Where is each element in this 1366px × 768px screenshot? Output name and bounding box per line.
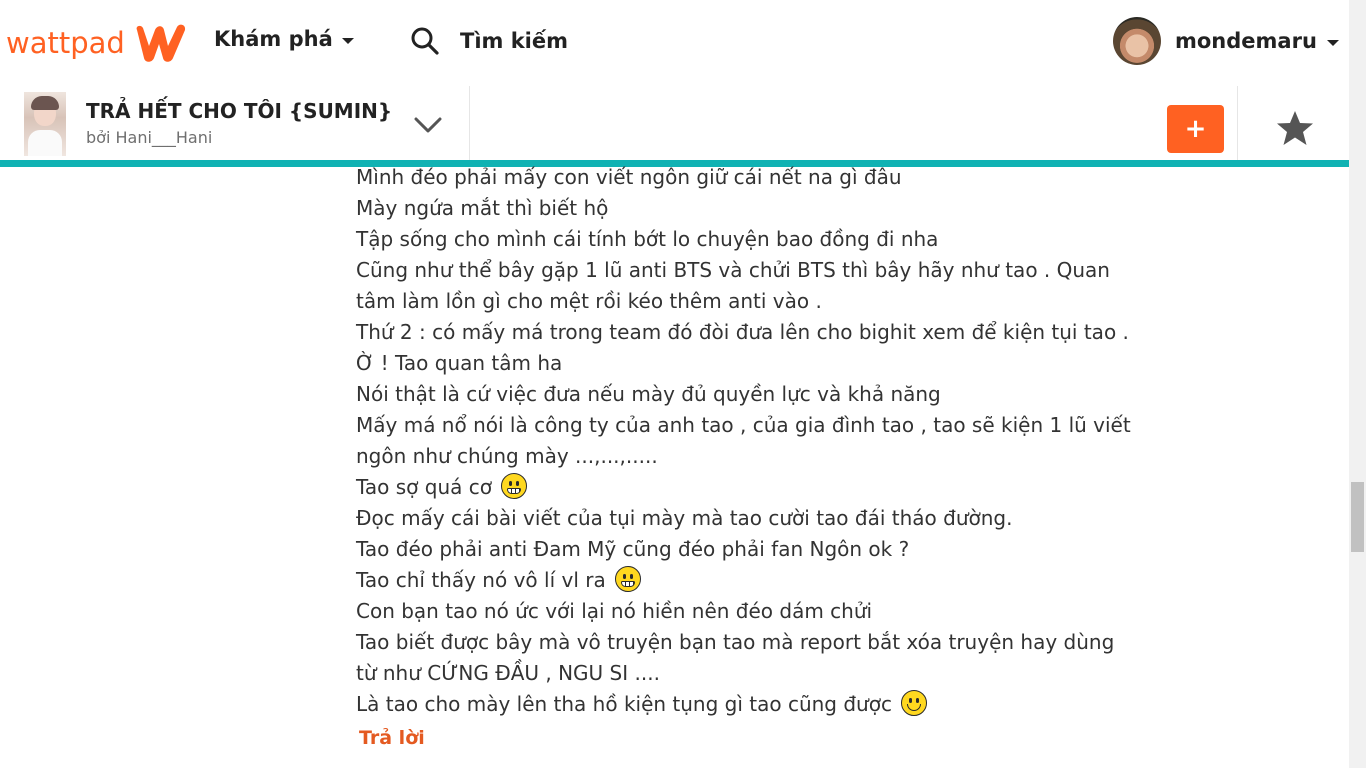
comment-line-text: Nói thật là cứ việc đưa nếu mày đủ quyền… bbox=[356, 382, 941, 406]
comment-line-text: Mày ngứa mắt thì biết hộ bbox=[356, 196, 609, 220]
emoji-mouth bbox=[621, 581, 636, 587]
user-menu[interactable]: mondemaru bbox=[1113, 17, 1339, 65]
username: mondemaru bbox=[1175, 29, 1317, 53]
smile-emoji-icon bbox=[901, 690, 928, 716]
comment-line-text: Là tao cho mày lên tha hồ kiện tụng gì t… bbox=[356, 692, 899, 716]
search-icon bbox=[411, 27, 439, 55]
story-cover-image[interactable] bbox=[24, 92, 66, 156]
divider bbox=[1237, 86, 1238, 162]
add-to-library-button[interactable]: + bbox=[1167, 105, 1224, 153]
comment-line-text: Tao chỉ thấy nó vô lí vl ra bbox=[356, 568, 613, 592]
wattpad-logo[interactable]: wattpad bbox=[6, 22, 189, 64]
search-placeholder: Tìm kiếm bbox=[460, 29, 569, 53]
comment-line: Đọc mấy cái bài viết của tụi mày mà tao … bbox=[356, 503, 1136, 534]
comment-line: Nói thật là cứ việc đưa nếu mày đủ quyền… bbox=[356, 379, 1136, 410]
comment-line-text: Thứ 2 : có mấy má trong team đó đòi đưa … bbox=[356, 320, 1129, 344]
search-field[interactable]: Tìm kiếm bbox=[410, 26, 568, 56]
comment-line: Tao sợ quá cơ bbox=[356, 472, 1136, 503]
story-title[interactable]: TRẢ HẾT CHO TÔI {SUMIN} bbox=[86, 99, 392, 123]
comment-line: Là tao cho mày lên tha hồ kiện tụng gì t… bbox=[356, 689, 1136, 720]
comment-line-text: Tao đéo phải anti Đam Mỹ cũng đéo phải f… bbox=[356, 537, 910, 561]
cover-figure-hair bbox=[31, 96, 59, 110]
comment-line-text: Ờ ! Tao quan tâm ha bbox=[356, 351, 563, 375]
comment-line: Thứ 2 : có mấy má trong team đó đòi đưa … bbox=[356, 317, 1136, 348]
chevron-down-icon bbox=[341, 37, 354, 44]
cover-figure-body bbox=[28, 130, 62, 156]
divider bbox=[469, 86, 470, 162]
comment-line-text: từ như CỨNG ĐẦU , NGU SI .... bbox=[356, 661, 660, 685]
comment-line: tâm làm lồn gì cho mệt rồi kéo thêm anti… bbox=[356, 286, 1136, 317]
comment-line-text: Tao biết được bây mà vô truyện bạn tao m… bbox=[356, 630, 1115, 654]
chevron-down-icon bbox=[1326, 39, 1339, 46]
wattpad-w-icon bbox=[136, 24, 185, 62]
top-navbar: wattpad Khám phá Tìm kiếm mondemaru bbox=[0, 0, 1349, 86]
comment-line-text: Con bạn tao nó ức với lại nó hiền nên đé… bbox=[356, 599, 873, 623]
comment-line: Con bạn tao nó ức với lại nó hiền nên đé… bbox=[356, 596, 1136, 627]
comment-line-text: Tao sợ quá cơ bbox=[356, 475, 499, 499]
discover-menu[interactable]: Khám phá bbox=[214, 27, 354, 51]
comment-line: Mình đéo phải mấy con viết ngôn giữ cái … bbox=[356, 162, 1136, 193]
comment-line: ngôn như chúng mày ...,...,..... bbox=[356, 441, 1136, 472]
comment-line: Tao biết được bây mà vô truyện bạn tao m… bbox=[356, 627, 1136, 658]
scrollbar[interactable] bbox=[1349, 0, 1366, 768]
comment-line: Tập sống cho mình cái tính bớt lo chuyện… bbox=[356, 224, 1136, 255]
comment-line-text: tâm làm lồn gì cho mệt rồi kéo thêm anti… bbox=[356, 289, 822, 313]
reply-link[interactable]: Trả lời bbox=[359, 727, 425, 749]
comment-line: từ như CỨNG ĐẦU , NGU SI .... bbox=[356, 658, 1136, 689]
comment-line: Tao chỉ thấy nó vô lí vl ra bbox=[356, 565, 1136, 596]
comment-line: Mấy má nổ nói là công ty của anh tao , c… bbox=[356, 410, 1136, 441]
avatar bbox=[1113, 17, 1161, 65]
comment-line: Cũng như thể bây gặp 1 lũ anti BTS và ch… bbox=[356, 255, 1136, 286]
story-header: TRẢ HẾT CHO TÔI {SUMIN} bởi Hani___Hani … bbox=[0, 86, 1349, 162]
comment-line-text: Đọc mấy cái bài viết của tụi mày mà tao … bbox=[356, 506, 1013, 530]
emoji-mouth bbox=[907, 704, 922, 711]
comment-line: Mày ngứa mắt thì biết hộ bbox=[356, 193, 1136, 224]
grimace-emoji-icon bbox=[501, 473, 528, 499]
grimace-emoji-icon bbox=[615, 566, 642, 592]
comment-line-text: Mình đéo phải mấy con viết ngôn giữ cái … bbox=[356, 165, 902, 189]
comment-line-text: ngôn như chúng mày ...,...,..... bbox=[356, 444, 658, 468]
comment-line: Ờ ! Tao quan tâm ha bbox=[356, 348, 1136, 379]
comment-body: Mình đéo phải mấy con viết ngôn giữ cái … bbox=[356, 162, 1136, 720]
comment-line-text: Tập sống cho mình cái tính bớt lo chuyện… bbox=[356, 227, 939, 251]
chevron-down-icon[interactable] bbox=[412, 114, 444, 136]
comment-line: Tao đéo phải anti Đam Mỹ cũng đéo phải f… bbox=[356, 534, 1136, 565]
comment-line-text: Mấy má nổ nói là công ty của anh tao , c… bbox=[356, 413, 1131, 437]
story-author[interactable]: bởi Hani___Hani bbox=[86, 128, 212, 147]
discover-label: Khám phá bbox=[214, 27, 333, 51]
star-icon[interactable] bbox=[1275, 108, 1315, 148]
scrollbar-thumb[interactable] bbox=[1351, 482, 1364, 552]
logo-wordmark: wattpad bbox=[6, 25, 125, 60]
emoji-mouth bbox=[507, 488, 522, 494]
comment-line-text: Cũng như thể bây gặp 1 lũ anti BTS và ch… bbox=[356, 258, 1110, 282]
